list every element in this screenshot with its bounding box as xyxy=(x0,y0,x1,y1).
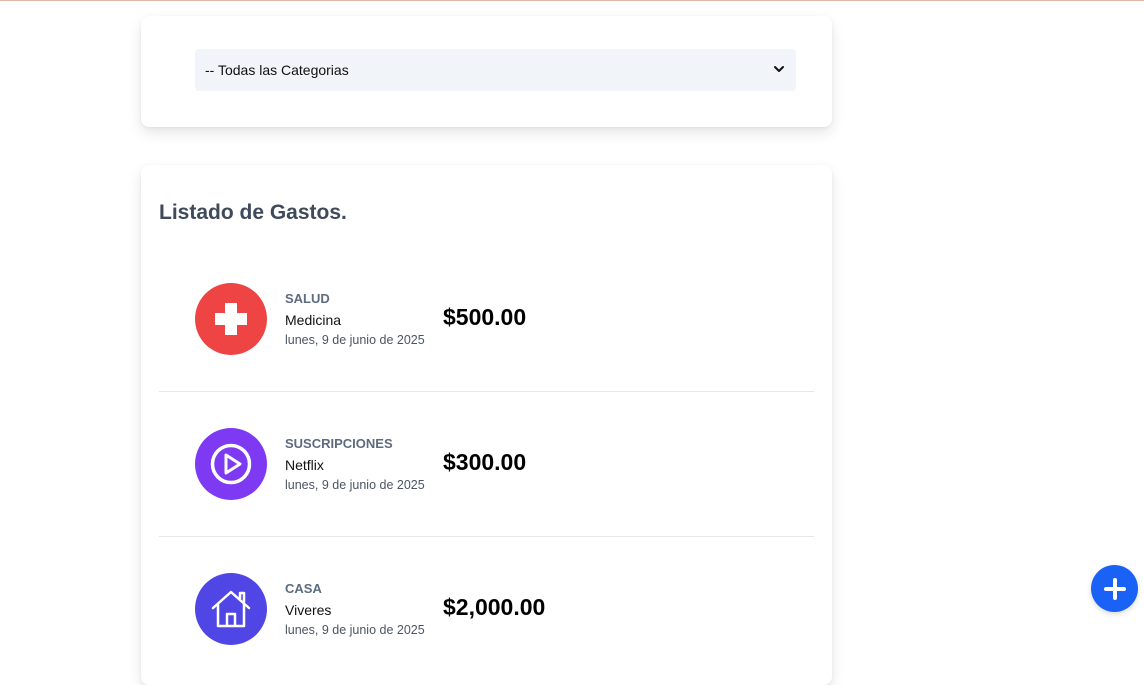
expense-list-card: Listado de Gastos. SALUD Medicina lunes,… xyxy=(141,165,832,685)
expense-item[interactable]: CASA Viveres lunes, 9 de junio de 2025 $… xyxy=(159,536,814,681)
chevron-down-icon xyxy=(774,66,784,72)
expense-name: Medicina xyxy=(285,312,342,328)
health-cross-icon xyxy=(195,283,267,355)
category-filter[interactable]: -- Todas las Categorias xyxy=(195,49,796,91)
expense-name: Viveres xyxy=(285,602,332,618)
expense-amount: $300.00 xyxy=(443,449,527,475)
plus-icon xyxy=(1103,577,1126,600)
expense-category: SUSCRIPCIONES xyxy=(285,436,393,451)
expense-info: SALUD Medicina lunes, 9 de junio de 2025 xyxy=(285,291,425,349)
play-icon xyxy=(195,428,267,500)
expense-amount: $500.00 xyxy=(443,304,527,330)
filter-card: -- Todas las Categorias xyxy=(141,16,832,127)
expense-date: lunes, 9 de junio de 2025 xyxy=(285,478,425,492)
expense-item[interactable]: SALUD Medicina lunes, 9 de junio de 2025… xyxy=(159,246,814,392)
expense-category: CASA xyxy=(285,581,322,596)
expense-info: CASA Viveres lunes, 9 de junio de 2025 xyxy=(285,581,425,639)
expense-date: lunes, 9 de junio de 2025 xyxy=(285,333,425,347)
add-expense-button[interactable] xyxy=(1091,565,1138,612)
expense-info: SUSCRIPCIONES Netflix lunes, 9 de junio … xyxy=(285,436,425,494)
expense-name: Netflix xyxy=(285,457,324,473)
top-border xyxy=(0,0,1144,1)
list-title: Listado de Gastos. xyxy=(159,201,347,224)
category-select[interactable]: -- Todas las Categorias xyxy=(195,49,796,91)
expense-item[interactable]: SUSCRIPCIONES Netflix lunes, 9 de junio … xyxy=(159,391,814,537)
expense-amount: $2,000.00 xyxy=(443,594,546,620)
house-icon xyxy=(195,573,267,645)
expense-category: SALUD xyxy=(285,291,330,306)
expense-date: lunes, 9 de junio de 2025 xyxy=(285,623,425,637)
